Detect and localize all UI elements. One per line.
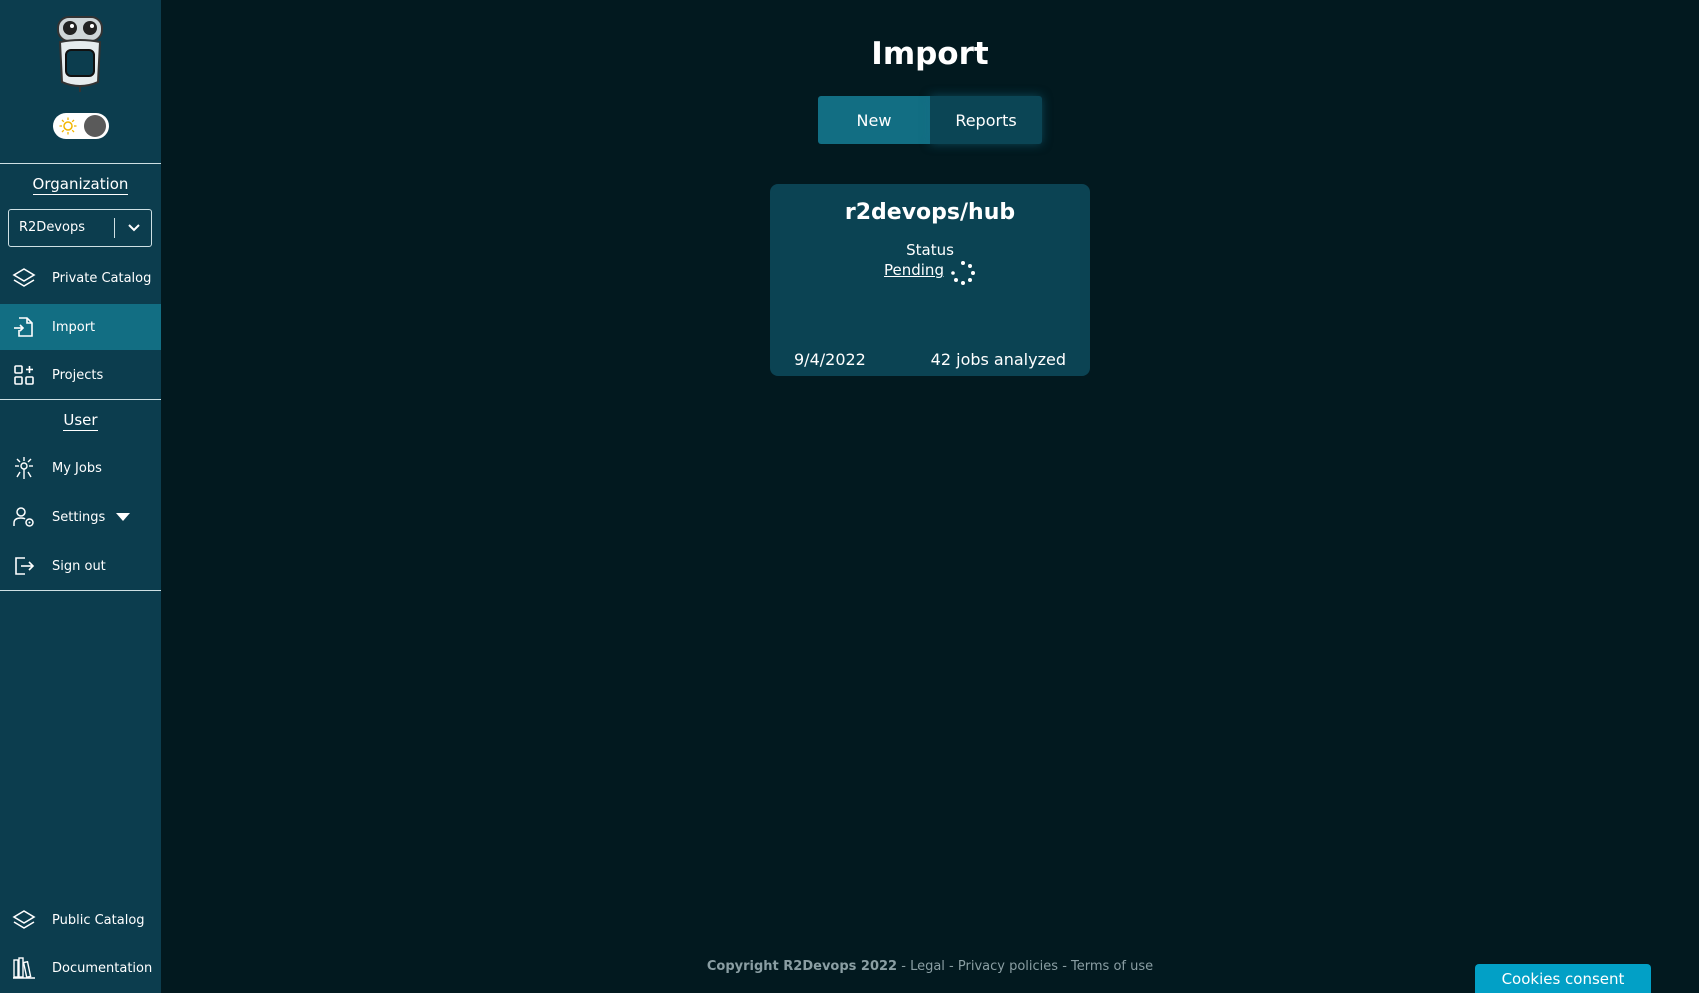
footer: Copyright R2Devops 2022 - Legal - Privac… <box>161 959 1699 974</box>
sidebar-item-my-jobs[interactable]: My Jobs <box>0 445 161 491</box>
robot-logo-icon[interactable] <box>50 12 110 92</box>
books-icon <box>13 957 35 979</box>
layers-icon <box>12 268 36 287</box>
sidebar-item-label: Settings <box>52 509 106 525</box>
file-import-icon <box>14 317 33 337</box>
user-heading: User <box>63 411 98 431</box>
footer-link-privacy[interactable]: Privacy policies <box>958 959 1058 974</box>
sidebar-item-settings[interactable]: Settings <box>0 494 161 540</box>
tab-new[interactable]: New <box>818 96 930 144</box>
sign-out-icon <box>15 557 35 575</box>
tab-reports[interactable]: Reports <box>930 96 1042 144</box>
footer-link-terms[interactable]: Terms of use <box>1071 959 1153 974</box>
jobs-analyzed: 42 jobs analyzed <box>930 350 1066 369</box>
sidebar-item-projects[interactable]: Projects <box>0 352 161 398</box>
import-card[interactable]: r2devops/hub Status Pending 9/4/2022 42 … <box>770 184 1090 376</box>
import-tabs: New Reports <box>818 96 1042 144</box>
sidebar: Organization R2Devops Private Catalog Im… <box>0 0 161 993</box>
organization-select-value: R2Devops <box>19 220 85 235</box>
footer-separator: - <box>1058 959 1072 974</box>
sidebar-item-sign-out[interactable]: Sign out <box>0 543 161 589</box>
sidebar-item-label: Documentation <box>52 960 153 976</box>
sidebar-item-private-catalog[interactable]: Private Catalog <box>0 255 161 301</box>
chevron-down-icon <box>128 224 140 232</box>
divider <box>0 399 161 400</box>
grid-plus-icon <box>14 365 34 385</box>
theme-toggle[interactable] <box>53 113 109 139</box>
layers-icon <box>12 910 36 929</box>
caret-down-icon[interactable] <box>116 512 130 522</box>
divider <box>0 163 161 164</box>
footer-link-legal[interactable]: Legal <box>910 959 945 974</box>
divider <box>0 590 161 591</box>
sidebar-item-label: Sign out <box>52 558 106 574</box>
import-date: 9/4/2022 <box>794 350 866 369</box>
sidebar-item-label: Import <box>52 319 96 335</box>
user-gear-icon <box>13 507 34 527</box>
page-title: Import <box>871 36 989 72</box>
footer-copyright: Copyright R2Devops 2022 <box>706 959 898 974</box>
organization-select[interactable]: R2Devops <box>8 209 152 247</box>
status-link[interactable]: Pending <box>884 261 944 279</box>
jobs-icon <box>15 457 33 479</box>
sidebar-item-label: Private Catalog <box>52 270 152 286</box>
footer-separator: - <box>944 959 958 974</box>
sun-icon <box>59 117 77 135</box>
repo-name: r2devops/hub <box>844 200 1016 225</box>
toggle-knob <box>84 115 106 137</box>
sidebar-item-documentation[interactable]: Documentation <box>0 945 161 991</box>
select-separator <box>114 218 115 238</box>
sidebar-item-public-catalog[interactable]: Public Catalog <box>0 897 161 943</box>
sidebar-item-import[interactable]: Import <box>0 304 161 350</box>
sidebar-item-label: My Jobs <box>52 460 102 476</box>
organization-heading: Organization <box>32 175 129 195</box>
sidebar-item-label: Projects <box>52 367 104 383</box>
status-label: Status <box>906 241 954 259</box>
loading-spinner-icon <box>951 261 975 285</box>
footer-separator: - <box>897 959 911 974</box>
cookies-consent-button[interactable]: Cookies consent <box>1475 964 1651 993</box>
sidebar-item-label: Public Catalog <box>52 912 145 928</box>
